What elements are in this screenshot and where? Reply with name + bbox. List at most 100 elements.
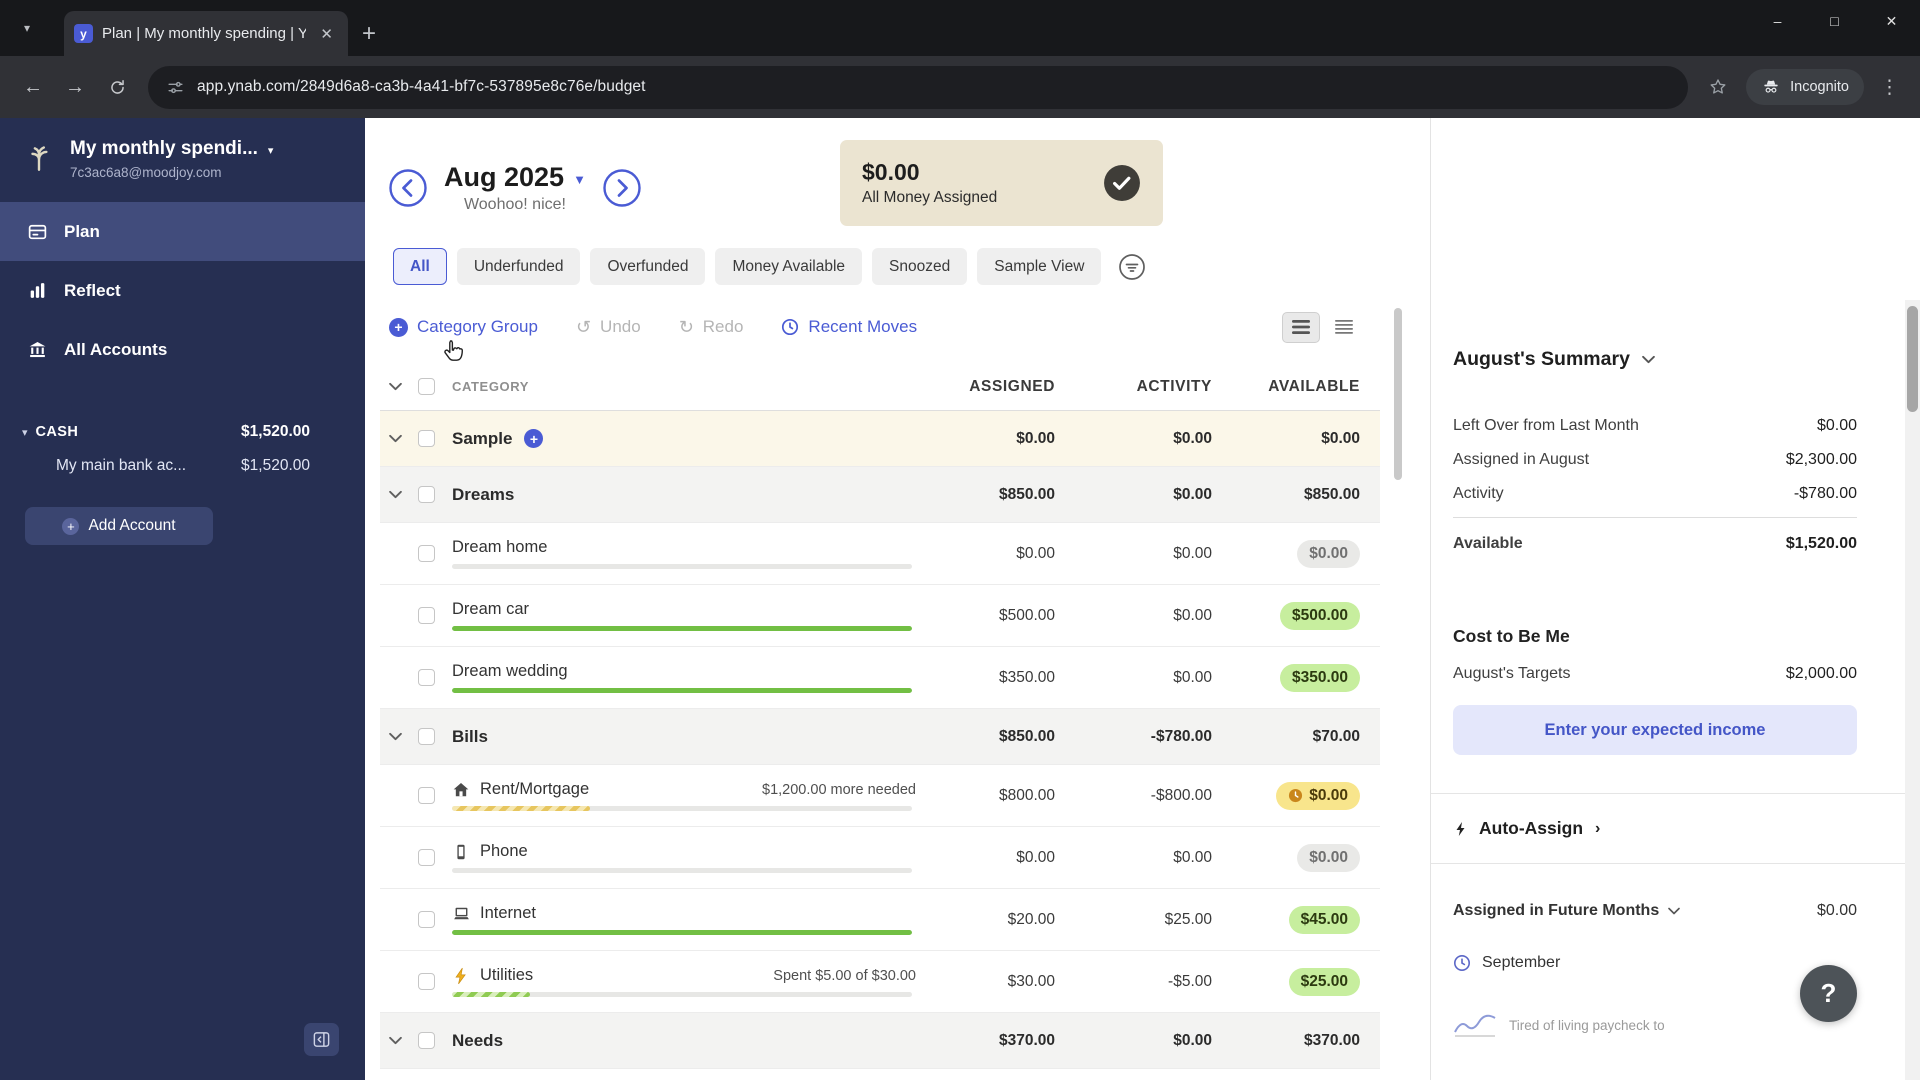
category-row[interactable]: Internet $20.00 $25.00 $45.00 [380, 889, 1380, 951]
available-value[interactable]: $0.00 [1222, 430, 1380, 448]
row-name[interactable]: Dream wedding [452, 662, 568, 681]
group-chevron-icon[interactable] [380, 490, 410, 499]
reload-button[interactable] [96, 66, 138, 108]
group-chevron-icon[interactable] [380, 1036, 410, 1045]
row-checkbox[interactable] [417, 973, 435, 990]
filter-sample-view[interactable]: Sample View [977, 248, 1102, 285]
category-group-row[interactable]: Sample + $0.00 $0.00 $0.00 [380, 411, 1380, 467]
available-pill[interactable]: $350.00 [1279, 663, 1360, 692]
next-month-button[interactable] [602, 168, 642, 208]
category-group-row[interactable]: Dreams $850.00 $0.00 $850.00 [380, 467, 1380, 523]
filter-overfunded[interactable]: Overfunded [590, 248, 706, 285]
row-name[interactable]: Sample [452, 429, 512, 449]
available-value[interactable]: $370.00 [1222, 1032, 1380, 1050]
filter-money-available[interactable]: Money Available [715, 248, 863, 285]
activity-value[interactable]: $25.00 [1065, 911, 1222, 929]
row-name[interactable]: Rent/Mortgage [480, 780, 589, 799]
available-value[interactable]: $70.00 [1222, 728, 1380, 746]
scrollbar-track[interactable] [1905, 300, 1920, 1080]
assigned-value[interactable]: $350.00 [930, 669, 1065, 687]
filter-snoozed[interactable]: Snoozed [872, 248, 968, 285]
group-chevron-icon[interactable] [380, 732, 410, 741]
row-checkbox[interactable] [417, 787, 435, 804]
previous-month-button[interactable] [388, 168, 428, 208]
available-pill[interactable]: $500.00 [1279, 601, 1360, 630]
collapse-sidebar-button[interactable] [304, 1023, 339, 1056]
view-comfortable-button[interactable] [1282, 311, 1320, 343]
bookmark-star-icon[interactable] [1698, 67, 1738, 107]
assigned-value[interactable]: $500.00 [930, 607, 1065, 625]
cash-group-row[interactable]: ▾ CASH $1,520.00 [0, 417, 365, 447]
maximize-button[interactable]: □ [1806, 0, 1863, 42]
category-row[interactable]: Rent/Mortgage $1,200.00 more needed $800… [380, 765, 1380, 827]
forward-button[interactable]: → [54, 66, 96, 108]
activity-value[interactable]: $0.00 [1065, 849, 1222, 867]
row-checkbox[interactable] [417, 728, 435, 745]
assigned-value[interactable]: $850.00 [930, 486, 1065, 504]
row-name[interactable]: Internet [480, 904, 536, 923]
sidebar-item-reflect[interactable]: Reflect [0, 261, 365, 320]
activity-value[interactable]: -$5.00 [1065, 973, 1222, 991]
chevron-down-icon[interactable] [380, 382, 410, 391]
activity-value[interactable]: $0.00 [1065, 607, 1222, 625]
main-scrollbar-thumb[interactable] [1394, 308, 1402, 480]
row-name[interactable]: Bills [452, 727, 488, 747]
site-settings-icon[interactable] [166, 78, 185, 97]
activity-value[interactable]: -$780.00 [1065, 728, 1222, 746]
undo-button[interactable]: ↺ Undo [576, 317, 641, 338]
category-row[interactable]: Dream home $0.00 $0.00 $0.00 [380, 523, 1380, 585]
panel-scrollbar-thumb[interactable] [1907, 306, 1918, 412]
assigned-value[interactable]: $0.00 [930, 545, 1065, 563]
filter-all[interactable]: All [393, 248, 447, 285]
category-row[interactable]: Phone $0.00 $0.00 $0.00 [380, 827, 1380, 889]
activity-value[interactable]: $0.00 [1065, 1032, 1222, 1050]
add-category-icon[interactable]: + [524, 429, 544, 448]
assigned-value[interactable]: $850.00 [930, 728, 1065, 746]
browser-menu-icon[interactable]: ⋮ [1872, 76, 1908, 99]
expected-income-button[interactable]: Enter your expected income [1453, 705, 1857, 755]
row-checkbox[interactable] [417, 911, 435, 928]
available-pill[interactable]: $45.00 [1288, 905, 1360, 934]
future-months-header[interactable]: Assigned in Future Months $0.00 [1453, 864, 1857, 920]
row-name[interactable]: Utilities [480, 966, 533, 985]
assigned-value[interactable]: $370.00 [930, 1032, 1065, 1050]
assigned-value[interactable]: $800.00 [930, 787, 1065, 805]
address-bar[interactable]: app.ynab.com/2849d6a8-ca3b-4a41-bf7c-537… [148, 65, 1689, 109]
row-name[interactable]: Needs [452, 1031, 503, 1051]
category-row[interactable]: Dream car $500.00 $0.00 $500.00 [380, 585, 1380, 647]
budget-switcher[interactable]: My monthly spendi... ▾ 7c3ac6a8@moodjoy.… [0, 118, 365, 180]
category-row[interactable]: Dream wedding $350.00 $0.00 $350.00 [380, 647, 1380, 709]
available-value[interactable]: $850.00 [1222, 486, 1380, 504]
close-button[interactable]: ✕ [1863, 0, 1920, 42]
assigned-value[interactable]: $30.00 [930, 973, 1065, 991]
recent-moves-button[interactable]: Recent Moves [781, 317, 917, 337]
row-checkbox[interactable] [417, 430, 435, 447]
redo-button[interactable]: ↻ Redo [679, 317, 744, 338]
tab-close-icon[interactable]: ✕ [315, 23, 338, 45]
sidebar-item-all-accounts[interactable]: All Accounts [0, 320, 365, 379]
account-row[interactable]: My main bank ac... $1,520.00 [0, 447, 365, 485]
activity-value[interactable]: -$800.00 [1065, 787, 1222, 805]
filter-underfunded[interactable]: Underfunded [456, 248, 581, 285]
row-checkbox[interactable] [417, 849, 435, 866]
window-scrollbar[interactable] [1905, 118, 1920, 1080]
column-activity[interactable]: ACTIVITY [1065, 378, 1222, 396]
filter-options-icon[interactable] [1117, 252, 1147, 282]
browser-tab[interactable]: y Plan | My monthly spending | Y ✕ [64, 11, 348, 56]
assigned-value[interactable]: $20.00 [930, 911, 1065, 929]
future-month-row[interactable]: September [1453, 954, 1857, 972]
available-pill[interactable]: $0.00 [1276, 781, 1360, 810]
available-pill[interactable]: $0.00 [1297, 843, 1360, 872]
column-available[interactable]: AVAILABLE [1222, 378, 1380, 396]
activity-value[interactable]: $0.00 [1065, 669, 1222, 687]
auto-assign-button[interactable]: Auto-Assign › [1453, 794, 1857, 863]
back-button[interactable]: ← [12, 66, 54, 108]
category-group-row[interactable]: Bills $850.00 -$780.00 $70.00 [380, 709, 1380, 765]
activity-value[interactable]: $0.00 [1065, 486, 1222, 504]
row-checkbox[interactable] [417, 486, 435, 503]
help-button[interactable]: ? [1800, 965, 1857, 1022]
add-category-group-button[interactable]: + Category Group [389, 317, 538, 337]
available-pill[interactable]: $0.00 [1297, 539, 1360, 568]
row-name[interactable]: Phone [480, 842, 528, 861]
activity-value[interactable]: $0.00 [1065, 430, 1222, 448]
